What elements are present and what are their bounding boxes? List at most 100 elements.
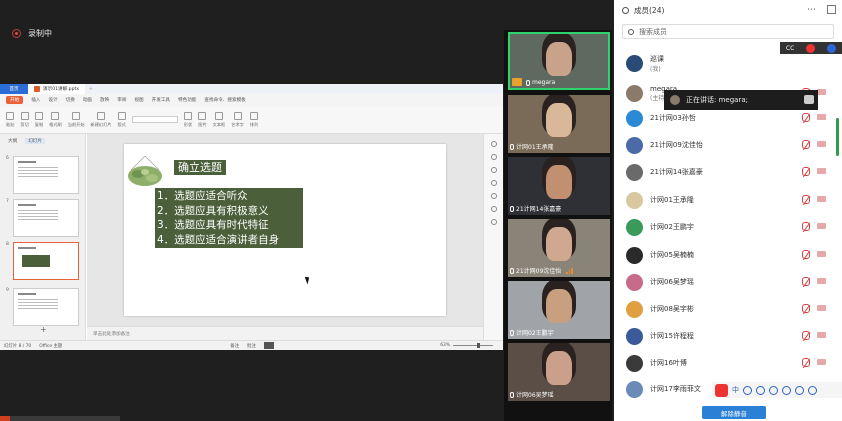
thumb-row[interactable]: 6 bbox=[6, 156, 79, 194]
menu-view[interactable]: 视图 bbox=[134, 97, 143, 103]
tool-paste[interactable]: 粘贴 bbox=[6, 111, 14, 128]
mic-off-icon[interactable] bbox=[802, 331, 810, 340]
camera-off-icon[interactable] bbox=[817, 223, 826, 229]
video-tile[interactable]: 计网02王鹏宇 bbox=[508, 281, 610, 339]
unmute-all-button[interactable]: 解除静音 bbox=[702, 406, 766, 419]
mic-off-icon[interactable] bbox=[802, 358, 810, 367]
menu-slideshow[interactable]: 放映 bbox=[100, 97, 109, 103]
tool-format-painter[interactable]: 格式刷 bbox=[49, 111, 62, 128]
tool-shape[interactable]: 形状 bbox=[184, 111, 192, 128]
notes-toggle[interactable]: 备注 bbox=[230, 343, 239, 349]
keyboard-icon[interactable] bbox=[782, 385, 791, 395]
camera-off-icon[interactable] bbox=[817, 359, 826, 365]
member-row[interactable]: 计网02王鹏宇 bbox=[626, 216, 826, 238]
toolbox-icon[interactable] bbox=[808, 385, 817, 395]
comment-toggle[interactable]: 批注 bbox=[247, 343, 256, 349]
backup-icon[interactable] bbox=[490, 206, 497, 212]
ime-mode[interactable]: 中 bbox=[732, 385, 739, 395]
caption-toggle[interactable]: CC bbox=[786, 45, 794, 52]
tab-document[interactable]: 演示01讲解.pptx bbox=[28, 84, 86, 94]
mic-off-icon[interactable] bbox=[802, 277, 810, 286]
menu-insert[interactable]: 插入 bbox=[31, 97, 40, 103]
member-row[interactable]: 计网06吴梦瑶 bbox=[626, 271, 826, 293]
tab-outline[interactable]: 大纲 bbox=[8, 138, 17, 144]
new-tab-icon[interactable]: + bbox=[85, 87, 97, 92]
notes-pane[interactable]: 单击此处添加备注 bbox=[87, 326, 483, 340]
current-slide[interactable]: 确立选题 1．选题应适合听众 2．选题应具有积极意义 3．选题应具有时代特征 4… bbox=[124, 144, 446, 316]
video-tile[interactable]: 计网01王承隆 bbox=[508, 95, 610, 153]
tab-slides[interactable]: 幻灯片 bbox=[25, 138, 45, 144]
slide-title[interactable]: 确立选题 bbox=[174, 160, 226, 175]
sogou-icon[interactable] bbox=[806, 43, 816, 53]
tool-play-current[interactable]: 当前开始 bbox=[68, 111, 85, 128]
menu-search[interactable]: 查找命令、搜索模板 bbox=[204, 97, 245, 103]
help-icon[interactable] bbox=[827, 43, 837, 53]
voice-icon[interactable] bbox=[769, 385, 778, 395]
tool-copy[interactable]: 复制 bbox=[35, 111, 43, 128]
member-row[interactable]: 巡课 (我) bbox=[626, 52, 826, 74]
member-row[interactable]: 计网16叶博 bbox=[626, 352, 826, 374]
member-list-scrollbar[interactable] bbox=[836, 118, 839, 156]
member-row[interactable]: 21计网03孙哲 bbox=[626, 107, 826, 129]
menu-developer[interactable]: 开发工具 bbox=[152, 97, 170, 103]
shape-icon[interactable] bbox=[490, 180, 497, 186]
zoom-control[interactable]: 63% bbox=[440, 343, 503, 348]
member-row[interactable]: 计网01王承隆 bbox=[626, 189, 826, 211]
video-tile[interactable]: 21计网14张嘉豪 bbox=[508, 157, 610, 215]
mic-off-icon[interactable] bbox=[802, 250, 810, 259]
menu-design[interactable]: 设计 bbox=[48, 97, 57, 103]
camera-off-icon[interactable] bbox=[817, 278, 826, 284]
member-row[interactable]: 21计网14张嘉豪 bbox=[626, 161, 826, 183]
menu-start[interactable]: 开始 bbox=[6, 96, 24, 104]
camera-off-icon[interactable] bbox=[817, 89, 826, 95]
tool-layout[interactable]: 版式 bbox=[117, 111, 126, 128]
recording-indicator[interactable]: 录制中 bbox=[12, 28, 52, 39]
transition-icon[interactable] bbox=[490, 167, 497, 173]
tool-wordart[interactable]: 艺术字 bbox=[231, 111, 244, 128]
camera-off-icon[interactable] bbox=[817, 305, 826, 311]
mic-off-icon[interactable] bbox=[802, 167, 810, 176]
close-panel-icon[interactable] bbox=[827, 5, 836, 14]
camera-off-icon[interactable] bbox=[817, 251, 826, 257]
menu-features[interactable]: 特色功能 bbox=[178, 97, 196, 103]
punctuation-icon[interactable] bbox=[743, 385, 752, 395]
video-tile[interactable]: 21计网09沈佳怡 bbox=[508, 219, 610, 277]
thumb-row[interactable]: 7 bbox=[6, 199, 79, 237]
menu-review[interactable]: 审阅 bbox=[117, 97, 126, 103]
tool-arrange[interactable]: 排列 bbox=[250, 111, 258, 128]
slide-thumbnail[interactable] bbox=[12, 199, 79, 237]
video-tile[interactable]: megara bbox=[508, 32, 610, 90]
tab-home[interactable]: 首页 bbox=[0, 84, 28, 94]
mic-off-icon[interactable] bbox=[802, 195, 810, 204]
member-row[interactable]: 计网05吴楠楠 bbox=[626, 244, 826, 266]
menu-animation[interactable]: 动画 bbox=[83, 97, 92, 103]
thumb-row[interactable]: 9 bbox=[6, 288, 79, 326]
camera-off-icon[interactable] bbox=[817, 168, 826, 174]
mic-off-icon[interactable] bbox=[802, 140, 810, 149]
property-icon[interactable] bbox=[490, 141, 497, 147]
slideshow-play-icon[interactable] bbox=[263, 342, 274, 349]
font-select[interactable] bbox=[131, 116, 178, 123]
style-icon[interactable] bbox=[490, 193, 497, 199]
hand-icon[interactable] bbox=[804, 95, 814, 104]
video-tile[interactable]: 计网06吴梦瑶 bbox=[508, 343, 610, 401]
member-search-input[interactable]: 搜索成员 bbox=[622, 24, 834, 39]
more-options-icon[interactable]: ⋯ bbox=[807, 5, 816, 15]
tool-cut[interactable]: 剪切 bbox=[20, 111, 29, 128]
slide-thumbnail[interactable] bbox=[12, 288, 79, 326]
camera-off-icon[interactable] bbox=[817, 141, 826, 147]
member-row[interactable]: 计网08吴宇彬 bbox=[626, 298, 826, 320]
thumb-row[interactable]: 8 bbox=[6, 242, 79, 280]
settings-icon[interactable] bbox=[490, 219, 497, 225]
add-slide-icon[interactable]: + bbox=[40, 325, 47, 334]
animation-icon[interactable] bbox=[490, 154, 497, 160]
slide-thumbnail-selected[interactable] bbox=[12, 242, 79, 280]
member-row[interactable]: 21计网09沈佳怡 bbox=[626, 134, 826, 156]
camera-off-icon[interactable] bbox=[817, 196, 826, 202]
emoji-icon[interactable] bbox=[756, 385, 765, 395]
mic-off-icon[interactable] bbox=[802, 304, 810, 313]
tool-picture[interactable]: 图片 bbox=[198, 111, 207, 128]
camera-off-icon[interactable] bbox=[817, 114, 826, 120]
menu-transition[interactable]: 切换 bbox=[66, 97, 75, 103]
slide-thumbnail[interactable] bbox=[12, 156, 79, 194]
